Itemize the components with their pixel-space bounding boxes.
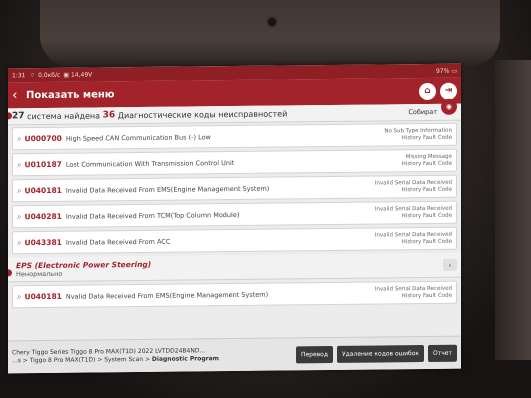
fault-status: Invalid Serial Data Received History Fau… (371, 205, 452, 220)
fault-code: U010187 (24, 159, 62, 170)
fault-status-history: History Fault Code (401, 134, 452, 141)
fault-description: Invalid Data Received From EMS(Engine Ma… (65, 184, 270, 195)
fault-description: Lost Communication With Transmission Con… (65, 158, 235, 169)
search-icon[interactable]: ⌕ (17, 292, 21, 302)
fault-row[interactable]: ⌕ U040181 Invalid Data Received From EMS… (12, 174, 457, 203)
fault-code: U043381 (24, 237, 62, 248)
device-top-frame (40, 0, 500, 66)
status-voltage: 14,49V (70, 70, 93, 79)
fault-code: U040181 (24, 185, 62, 196)
fault-status-history: History Fault Code (401, 238, 452, 245)
fault-status-history: History Fault Code (401, 212, 452, 219)
search-icon[interactable]: ⌕ (17, 186, 21, 196)
fault-status-type: Missing Message (405, 153, 452, 160)
fault-status: No Sub Type Information History Fault Co… (380, 127, 452, 142)
vehicle-path: Chery Tiggo Series Tiggo 8 Pro MAX(T1D) … (12, 347, 219, 366)
chevron-right-icon[interactable]: › (443, 258, 457, 271)
breadcrumb-current: Diagnostic Program (151, 355, 219, 363)
fault-description: Invalid Data Received From TCM(Top Colum… (65, 210, 240, 221)
systems-text: система найдена (27, 110, 101, 121)
fault-status-history: History Fault Code (401, 160, 452, 167)
device-screen: 1:31 ⌔ 0,0кб/с ▣ 14,49V 97% ▭ ‹ Показать… (8, 63, 461, 374)
page-title: Показать меню (26, 88, 115, 101)
home-icon[interactable]: ⌂ (419, 82, 436, 100)
clear-codes-button[interactable]: Удаление кодов ошибок (337, 344, 425, 363)
fault-status: Invalid Serial Data Received History Fau… (371, 231, 452, 246)
systems-count: 27 (12, 111, 25, 122)
fault-list: ⌕ U000700 High Speed CAN Communication B… (8, 121, 461, 314)
fault-description: Invalid Data Received From ACC (65, 237, 171, 247)
system-name: EPS (Electronic Power Steering) (16, 259, 152, 270)
fault-status-history: History Fault Code (401, 186, 452, 193)
back-arrow-icon[interactable]: ‹ (12, 87, 24, 103)
fault-status-type: No Sub Type Information (384, 127, 452, 135)
status-time: 1:31 (12, 71, 26, 79)
device-side-frame (495, 60, 531, 360)
fault-status: Missing Message History Fault Code (398, 153, 452, 167)
report-button[interactable]: Отчет (428, 344, 457, 362)
collect-button[interactable]: Собират (408, 108, 437, 116)
fault-row[interactable]: ⌕ U000700 High Speed CAN Communication B… (12, 122, 457, 151)
battery-icon: ▭ (451, 67, 457, 75)
search-icon[interactable]: ⌕ (17, 238, 21, 248)
fault-status: Invalid Serial Data Received History Fau… (371, 179, 452, 194)
fault-status: Invalid Serial Data Received History Fau… (371, 285, 452, 300)
fault-code: U040281 (24, 211, 62, 222)
fault-description: Nvalid Data Received From EMS(Engine Man… (65, 290, 269, 301)
camera-icon[interactable]: ◉ (441, 98, 457, 115)
breadcrumb: ...s > Tiggo 8 Pro MAX(T1D) > System Sca… (12, 355, 219, 366)
codes-count: 36 (102, 110, 116, 121)
system-state: Ненормально (16, 269, 63, 278)
fault-row[interactable]: ⌕ U040281 Invalid Data Received From TCM… (12, 200, 457, 229)
fault-row[interactable]: ⌕ U043381 Invalid Data Received From ACC… (12, 226, 457, 255)
fault-row[interactable]: ⌕ U010187 Lost Communication With Transm… (12, 148, 457, 177)
battery-car-icon: ▣ (63, 71, 69, 79)
status-network: 0,0кб/с (38, 71, 61, 79)
fault-row[interactable]: ⌕ U040181 Nvalid Data Received From EMS(… (12, 280, 457, 309)
search-icon[interactable]: ⌕ (17, 160, 21, 170)
search-icon[interactable]: ⌕ (17, 212, 21, 222)
fault-code: U040181 (24, 291, 62, 302)
translate-button[interactable]: Перевод (295, 345, 333, 363)
footer-bar: Chery Tiggo Series Tiggo 8 Pro MAX(T1D) … (8, 335, 461, 374)
camera-lens (268, 18, 276, 26)
exit-icon[interactable]: ⇥ (440, 82, 457, 100)
codes-text: Диагностические коды неисправностей (117, 108, 288, 120)
wifi-icon: ⌔ (29, 72, 36, 80)
system-header-eps[interactable]: EPS (Electronic Power Steering) Ненормал… (8, 252, 461, 283)
breadcrumb-prefix: ...s > Tiggo 8 Pro MAX(T1D) > System Sca… (12, 355, 152, 365)
status-battery: 97% (435, 67, 450, 75)
fault-description: High Speed CAN Communication Bus (-) Low (65, 132, 211, 143)
fault-status-history: History Fault Code (401, 292, 452, 299)
search-icon[interactable]: ⌕ (17, 134, 21, 144)
fault-code: U000700 (24, 133, 62, 144)
